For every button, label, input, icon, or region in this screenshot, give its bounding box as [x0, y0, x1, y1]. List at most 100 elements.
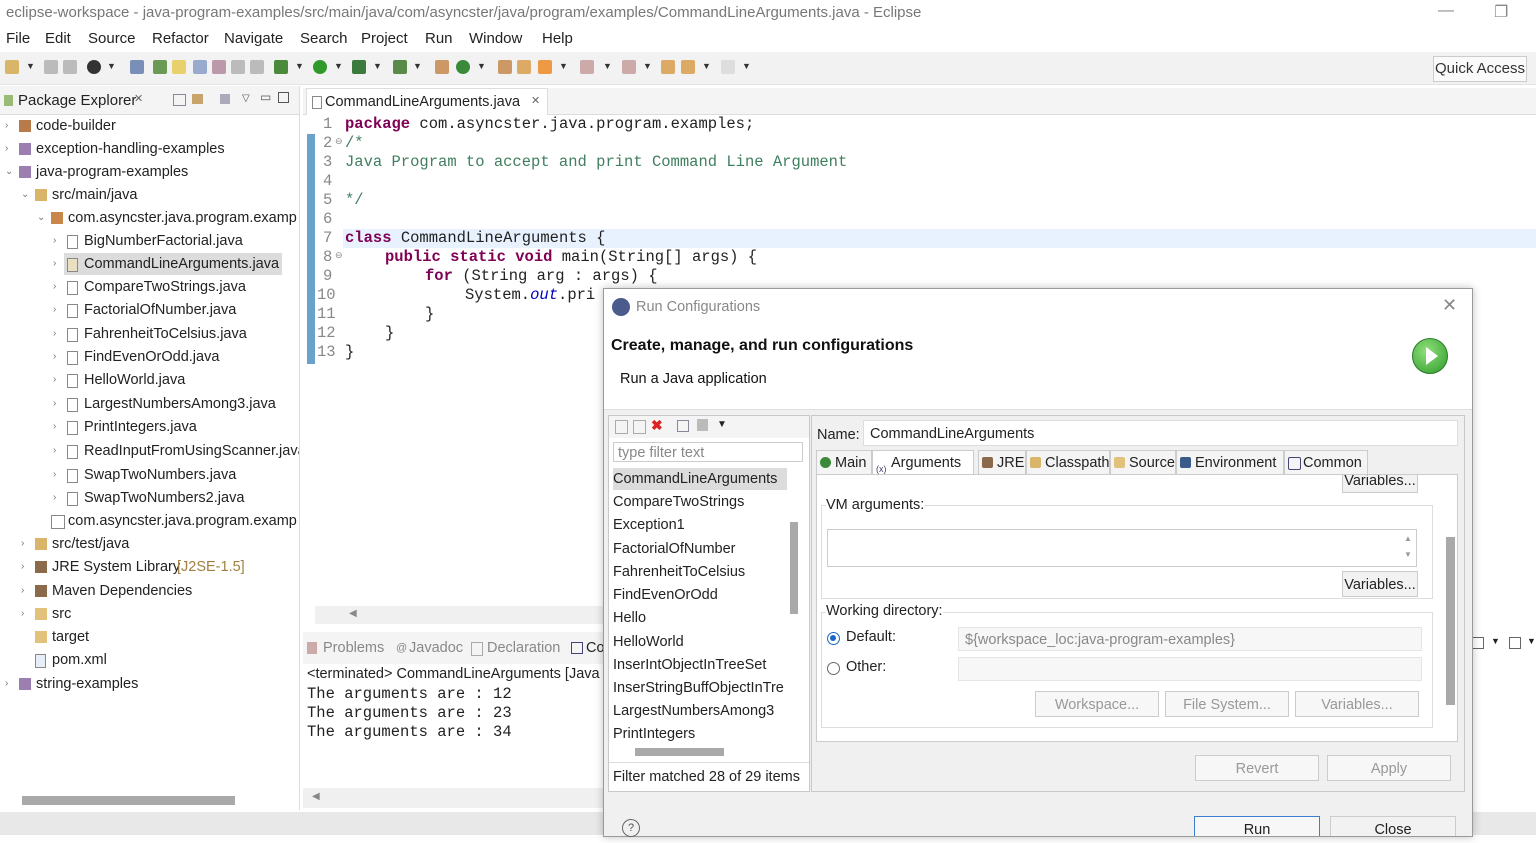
directory-variables-button[interactable]: Variables... — [1295, 691, 1419, 717]
chevron-down-icon[interactable]: ▼ — [26, 61, 35, 71]
focus-icon[interactable] — [220, 94, 230, 104]
config-item[interactable]: LargestNumbersAmong3 — [613, 700, 787, 722]
config-item[interactable]: FahrenheitToCelsius — [613, 561, 787, 583]
prev-annotation-icon[interactable] — [622, 60, 636, 74]
config-item[interactable]: FindEvenOrOdd — [613, 584, 787, 606]
fold-icon[interactable]: ⊖ — [335, 136, 343, 147]
code-line-3[interactable]: Java Program to accept and print Command… — [345, 153, 847, 172]
tree-item-file[interactable]: › FahrenheitToCelsius.java — [0, 323, 299, 345]
chevron-down-icon[interactable]: ▼ — [742, 61, 751, 71]
config-item[interactable]: PrintIntegers — [613, 723, 787, 741]
tree-item-package-test[interactable]: com.asyncster.java.program.examp — [0, 510, 299, 532]
toggle-icon[interactable] — [231, 60, 245, 74]
tree-item-src-test-java[interactable]: › src/test/java — [0, 533, 299, 555]
chevron-down-icon[interactable]: ▼ — [413, 61, 422, 71]
tree-item-maven[interactable]: › Maven Dependencies — [0, 580, 299, 602]
tree-item-src[interactable]: › src — [0, 603, 299, 625]
open-folder-icon[interactable] — [517, 60, 531, 74]
chevron-right-icon[interactable]: › — [53, 323, 56, 345]
display-console-icon[interactable] — [1472, 637, 1484, 649]
duplicate-icon[interactable] — [633, 420, 646, 434]
default-radio[interactable] — [827, 632, 840, 645]
highlight-icon[interactable] — [172, 60, 186, 74]
chevron-down-icon[interactable]: ▼ — [334, 61, 343, 71]
tree-item-src-main-java[interactable]: ⌄ src/main/java — [0, 184, 299, 206]
tab-console[interactable]: Co — [586, 640, 605, 656]
config-item[interactable]: HelloWorld — [613, 631, 787, 653]
chevron-right-icon[interactable]: › — [53, 416, 56, 438]
other-radio[interactable] — [827, 662, 840, 675]
next-annotation-icon[interactable] — [580, 60, 594, 74]
tab-main[interactable]: Main — [816, 450, 872, 474]
code-line-11[interactable]: } — [425, 305, 434, 324]
chevron-right-icon[interactable]: › — [53, 464, 56, 486]
task-icon[interactable] — [153, 60, 167, 74]
code-line-2[interactable]: /* — [345, 134, 364, 153]
tree-item-file[interactable]: › LargestNumbersAmong3.java — [0, 393, 299, 415]
new-class-icon[interactable] — [456, 60, 470, 74]
chevron-right-icon[interactable]: › — [53, 253, 56, 275]
chevron-down-icon[interactable]: ⌄ — [21, 184, 29, 206]
horizontal-scrollbar[interactable] — [635, 748, 724, 756]
tree-item-file[interactable]: › FindEvenOrOdd.java — [0, 346, 299, 368]
chevron-right-icon[interactable]: › — [21, 603, 24, 625]
open-console-icon[interactable] — [1509, 637, 1521, 649]
workspace-button[interactable]: Workspace... — [1035, 691, 1159, 717]
vm-arguments-scroll[interactable]: ▲ ▼ — [1404, 531, 1412, 563]
chevron-right-icon[interactable]: › — [5, 138, 8, 160]
chevron-right-icon[interactable]: › — [5, 673, 8, 695]
vm-variables-button[interactable]: Variables... — [1342, 571, 1418, 597]
minimize-icon[interactable]: — — [1438, 2, 1454, 20]
name-input[interactable]: CommandLineArguments — [863, 420, 1458, 446]
tree-item-target[interactable]: target — [0, 626, 299, 648]
help-icon[interactable]: ? — [622, 819, 640, 837]
menu-source[interactable]: Source — [88, 30, 136, 47]
code-line-7[interactable]: class CommandLineArguments { — [345, 229, 605, 248]
chevron-down-icon[interactable]: ▼ — [717, 419, 727, 430]
vertical-scrollbar[interactable] — [790, 522, 798, 614]
menu-run[interactable]: Run — [425, 30, 453, 47]
chevron-right-icon[interactable]: › — [53, 440, 56, 462]
chevron-down-icon[interactable]: ▼ — [477, 61, 486, 71]
menu-edit[interactable]: Edit — [45, 30, 71, 47]
tree-item-file-selected[interactable]: › CommandLineArguments.java — [0, 253, 299, 275]
tab-javadoc[interactable]: Javadoc — [409, 640, 463, 656]
tree-item-pom[interactable]: pom.xml — [0, 649, 299, 671]
config-item[interactable]: CompareTwoStrings — [613, 491, 787, 513]
code-line-12[interactable]: } — [385, 324, 394, 343]
close-button[interactable]: Close — [1330, 816, 1456, 838]
apply-button[interactable]: Apply — [1327, 755, 1451, 781]
menu-refactor[interactable]: Refactor — [152, 30, 209, 47]
debug-target-icon[interactable] — [87, 60, 101, 74]
maximize-view-icon[interactable] — [278, 92, 289, 103]
chevron-down-icon[interactable]: ▼ — [1491, 636, 1500, 646]
file-system-button[interactable]: File System... — [1165, 691, 1289, 717]
save-icon[interactable] — [44, 60, 58, 74]
chevron-down-icon[interactable]: ▼ — [1527, 636, 1536, 646]
chevron-down-icon[interactable]: ▼ — [603, 61, 612, 71]
run-button[interactable]: Run — [1194, 816, 1320, 838]
close-icon[interactable]: ✕ — [134, 92, 143, 105]
menu-project[interactable]: Project — [361, 30, 408, 47]
tree-item-file[interactable]: › BigNumberFactorial.java — [0, 230, 299, 252]
program-variables-button[interactable]: Variables... — [1342, 475, 1418, 493]
code-line-9[interactable]: for (String arg : args) { — [425, 267, 658, 286]
chevron-right-icon[interactable]: › — [53, 393, 56, 415]
new-package-icon[interactable] — [435, 60, 449, 74]
tree-item-file[interactable]: › SwapTwoNumbers2.java — [0, 487, 299, 509]
tree-item-code-builder[interactable]: › code-builder — [0, 115, 299, 137]
tree-item-file[interactable]: › FactorialOfNumber.java — [0, 299, 299, 321]
last-edit-icon[interactable] — [661, 60, 675, 74]
chevron-down-icon[interactable]: ▼ — [295, 61, 304, 71]
debug-icon[interactable] — [274, 60, 288, 74]
minimize-view-icon[interactable]: ▭ — [260, 90, 271, 104]
code-line-8[interactable]: public static void main(String[] args) { — [385, 248, 757, 267]
chevron-right-icon[interactable]: › — [21, 580, 24, 602]
chevron-right-icon[interactable]: › — [53, 276, 56, 298]
annotation-icon[interactable] — [193, 60, 207, 74]
view-menu-icon[interactable]: ▽ — [242, 93, 250, 104]
chevron-right-icon[interactable]: › — [21, 556, 24, 578]
config-item[interactable]: InserIntObjectInTreeSet — [613, 654, 787, 676]
block-icon[interactable] — [250, 60, 264, 74]
tree-item-file[interactable]: › PrintIntegers.java — [0, 416, 299, 438]
